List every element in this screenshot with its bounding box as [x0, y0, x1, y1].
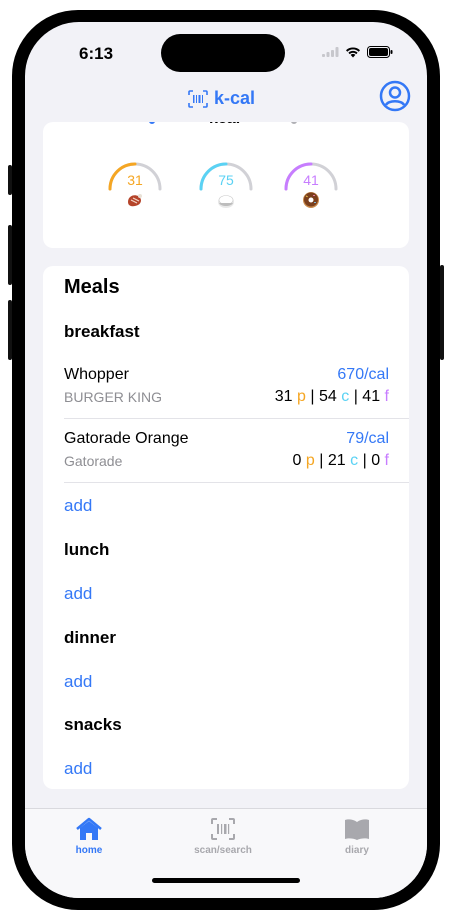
wifi-icon — [346, 47, 360, 58]
person-circle-icon — [379, 80, 411, 112]
meals-card: Meals breakfast Whopper BURGER KING 670/… — [43, 266, 409, 789]
power-button — [440, 265, 444, 360]
protein-value: 31 — [127, 172, 143, 188]
tab-scan-search-label: scan/search — [194, 845, 252, 856]
scroll-dot-left — [149, 122, 155, 124]
carbs-ring: 75 — [197, 154, 255, 224]
rice-icon — [218, 195, 234, 208]
fat-value: 41 — [362, 388, 381, 405]
item-calories: 79/cal — [346, 430, 389, 447]
mute-switch — [8, 165, 12, 195]
carbs-value: 54 — [318, 388, 337, 405]
status-icons — [322, 46, 393, 58]
separator: | — [319, 452, 324, 469]
cellular-signal-icon — [322, 47, 339, 57]
protein-value: 31 — [274, 388, 293, 405]
list-item[interactable]: Whopper BURGER KING 670/cal 31 p | 54 c … — [43, 358, 409, 418]
separator: | — [353, 388, 358, 405]
donut-icon — [303, 192, 319, 208]
volume-down-button — [8, 300, 12, 360]
add-breakfast-button[interactable]: add — [64, 496, 92, 516]
steak-icon — [128, 194, 142, 207]
fat-letter: f — [384, 452, 389, 469]
divider — [64, 482, 409, 483]
house-icon — [76, 817, 102, 840]
item-macros: 31 p | 54 c | 41 f — [275, 388, 389, 406]
section-snacks: snacks — [64, 715, 122, 734]
item-brand: Gatorade — [64, 453, 123, 469]
item-brand: BURGER KING — [64, 389, 163, 405]
nav-bar: k-cal — [25, 80, 427, 116]
protein-letter: p — [297, 388, 306, 405]
section-breakfast: breakfast — [64, 322, 140, 341]
summary-card: kcal 31 75 — [43, 122, 409, 248]
home-indicator — [152, 878, 300, 883]
barcode-scan-icon — [188, 89, 208, 108]
fat-ring: 41 — [282, 154, 340, 224]
kcal-label-partial: kcal — [209, 122, 240, 128]
tab-scan-search[interactable]: scan/search — [183, 817, 263, 856]
add-snacks-button[interactable]: add — [64, 759, 92, 779]
protein-letter: p — [305, 452, 315, 469]
book-icon — [345, 819, 369, 840]
tab-diary[interactable]: diary — [317, 817, 397, 856]
list-item[interactable]: Gatorade Orange Gatorade 79/cal 0 p | 21… — [43, 422, 409, 482]
protein-value: 0 — [292, 452, 302, 469]
fat-letter: f — [384, 388, 389, 405]
carbs-value: 75 — [218, 172, 234, 188]
tab-bar: home scan/search diary — [25, 808, 427, 898]
tab-home[interactable]: home — [49, 817, 129, 856]
battery-icon — [367, 46, 393, 58]
scroll-dot-right — [291, 122, 297, 124]
fat-value: 41 — [303, 172, 319, 188]
separator: | — [362, 452, 367, 469]
item-macros: 0 p | 21 c | 0 f — [293, 452, 389, 470]
separator: | — [310, 388, 315, 405]
volume-up-button — [8, 225, 12, 285]
tab-home-label: home — [75, 845, 103, 856]
fat-value: 0 — [371, 452, 381, 469]
meals-title: Meals — [64, 276, 120, 298]
protein-ring: 31 — [106, 154, 164, 224]
add-dinner-button[interactable]: add — [64, 672, 92, 692]
section-dinner: dinner — [64, 628, 116, 647]
nav-title[interactable]: k-cal — [188, 88, 255, 109]
item-name: Whopper — [64, 366, 129, 383]
divider — [64, 418, 409, 419]
profile-button[interactable] — [379, 80, 411, 117]
app-title: k-cal — [214, 88, 256, 108]
carbs-letter: c — [350, 452, 359, 469]
tab-diary-label: diary — [345, 845, 369, 856]
screen: 6:13 k-cal 31 75 41 Meals breakfast Whop… — [25, 22, 427, 898]
status-time: 6:13 — [79, 44, 114, 63]
item-calories: 670/cal — [337, 366, 389, 383]
barcode-scan-icon — [211, 818, 235, 840]
carbs-value: 21 — [327, 452, 346, 469]
add-lunch-button[interactable]: add — [64, 584, 92, 604]
carbs-letter: c — [341, 388, 350, 405]
item-name: Gatorade Orange — [64, 430, 189, 447]
dynamic-island — [161, 34, 285, 72]
section-lunch: lunch — [64, 540, 110, 559]
